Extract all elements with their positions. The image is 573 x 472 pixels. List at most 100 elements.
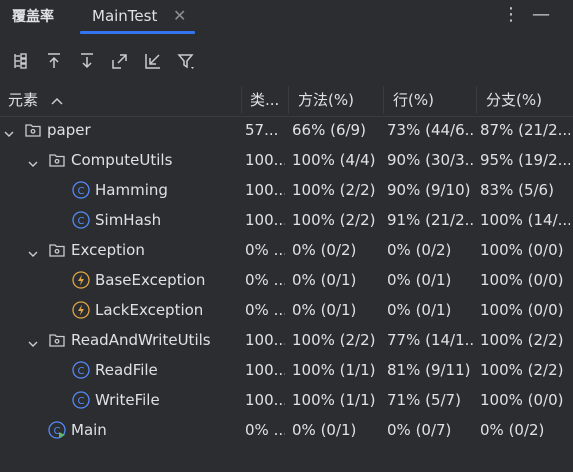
more-vertical-icon[interactable]: ⋮ — [502, 4, 520, 25]
column-header-element-label: 元素 — [8, 91, 39, 109]
svg-text:C: C — [78, 186, 85, 197]
table-row[interactable]: C ReadFile 100... 100% (1/1) 81% (9/11) 100% … — [0, 355, 573, 385]
navigate-up-icon[interactable] — [44, 51, 64, 71]
method-coverage-cell: 0% (0/1) — [292, 301, 357, 319]
branch-coverage-cell: 100% (0/0) — [480, 271, 564, 289]
method-coverage-cell: 100% (4/4) — [292, 151, 376, 169]
export-icon[interactable] — [110, 51, 130, 71]
branch-coverage-cell: 95% (19/2... — [480, 151, 570, 169]
table-row[interactable]: C WriteFile 100... 100% (1/1) 71% (5/7) 100% … — [0, 385, 573, 415]
method-coverage-cell: 0% (0/2) — [292, 241, 357, 259]
package-icon — [24, 121, 42, 139]
flatten-packages-icon[interactable] — [11, 51, 31, 71]
element-name: ReadAndWriteUtils — [71, 331, 211, 349]
method-coverage-cell: 100% (2/2) — [292, 211, 376, 229]
class-icon: C — [72, 181, 90, 199]
class-coverage-cell: 0% ... — [245, 271, 285, 289]
class-coverage-cell: 100... — [245, 331, 285, 349]
line-coverage-cell: 90% (9/10) — [387, 181, 471, 199]
column-header-branch[interactable]: 分支(%) — [486, 84, 566, 116]
column-header-element[interactable]: 元素 — [8, 84, 228, 116]
method-coverage-cell: 66% (6/9) — [292, 121, 366, 139]
element-name: ReadFile — [95, 361, 158, 379]
exception-class-icon — [72, 301, 90, 319]
element-name: BaseException — [95, 271, 206, 289]
column-header-line[interactable]: 行(%) — [393, 84, 473, 116]
tab-label: MainTest — [92, 7, 158, 25]
element-name: WriteFile — [95, 391, 160, 409]
sort-ascending-icon[interactable] — [51, 85, 63, 117]
class-icon: C — [72, 361, 90, 379]
class-coverage-cell: 100... — [245, 361, 285, 379]
line-coverage-cell: 71% (5/7) — [387, 391, 461, 409]
line-coverage-cell: 73% (44/6... — [387, 121, 473, 139]
element-name: paper — [47, 121, 91, 139]
class-coverage-cell: 57... — [245, 121, 279, 139]
class-coverage-cell: 0% ... — [245, 421, 285, 439]
branch-coverage-cell: 100% (2/2) — [480, 331, 564, 349]
column-separator[interactable] — [288, 86, 289, 114]
close-icon[interactable]: ✕ — [173, 6, 186, 25]
table-row[interactable]: C SimHash 100... 100% (2/2) 91% (21/2... 100%… — [0, 205, 573, 235]
chevron-down-icon[interactable] — [28, 155, 38, 167]
table-row[interactable]: Exception 0% ... 0% (0/2) 0% (0/2) 100% (0/0… — [0, 235, 573, 265]
svg-text:C: C — [78, 366, 85, 377]
element-name: Main — [71, 421, 107, 439]
method-coverage-cell: 0% (0/1) — [292, 421, 357, 439]
element-name: LackException — [95, 301, 204, 319]
table-header: 元素 类... 方法(%) 行(%) 分支(%) — [0, 84, 573, 117]
table-row[interactable]: LackException 0% ... 0% (0/1) 0% (0/1) 100% … — [0, 295, 573, 325]
element-name: Hamming — [95, 181, 168, 199]
package-icon — [48, 241, 66, 259]
method-coverage-cell: 100% (2/2) — [292, 331, 376, 349]
branch-coverage-cell: 87% (21/2... — [480, 121, 570, 139]
element-name: Exception — [71, 241, 145, 259]
method-coverage-cell: 100% (1/1) — [292, 361, 376, 379]
chevron-down-icon[interactable] — [28, 245, 38, 257]
line-coverage-cell: 0% (0/2) — [387, 241, 452, 259]
table-row[interactable]: ReadAndWriteUtils 100... 100% (2/2) 77% (14… — [0, 325, 573, 355]
table-row[interactable]: paper 57... 66% (6/9) 73% (44/6... 87% (21/2… — [0, 115, 573, 145]
tab-active-indicator — [80, 31, 195, 34]
package-icon — [48, 331, 66, 349]
branch-coverage-cell: 100% (0/0) — [480, 391, 564, 409]
chevron-down-icon[interactable] — [4, 125, 14, 137]
line-coverage-cell: 90% (30/3... — [387, 151, 473, 169]
line-coverage-cell: 0% (0/1) — [387, 271, 452, 289]
navigate-down-icon[interactable] — [77, 51, 97, 71]
class-icon: C — [72, 211, 90, 229]
tool-window-header: 覆盖率 MainTest ✕ ⋮ — — [0, 0, 573, 34]
branch-coverage-cell: 0% (0/2) — [480, 421, 545, 439]
method-coverage-cell: 100% (2/2) — [292, 181, 376, 199]
table-row[interactable]: BaseException 0% ... 0% (0/1) 0% (0/1) 100% … — [0, 265, 573, 295]
branch-coverage-cell: 100% (0/0) — [480, 301, 564, 319]
branch-coverage-cell: 100% (2/2) — [480, 361, 564, 379]
column-header-method[interactable]: 方法(%) — [298, 84, 378, 116]
filter-icon[interactable] — [176, 51, 196, 71]
table-row[interactable]: C Main 0% ... 0% (0/1) 0% (0/7) 0% (0/2) — [0, 415, 573, 445]
class-coverage-cell: 100... — [245, 391, 285, 409]
tool-window-title: 覆盖率 — [12, 9, 54, 25]
svg-text:C: C — [78, 216, 85, 227]
column-separator[interactable] — [383, 86, 384, 114]
class-coverage-cell: 100... — [245, 181, 285, 199]
toolbar — [0, 44, 573, 78]
line-coverage-cell: 0% (0/1) — [387, 301, 452, 319]
table-row[interactable]: ComputeUtils 100... 100% (4/4) 90% (30/3...… — [0, 145, 573, 175]
class-coverage-cell: 0% ... — [245, 301, 285, 319]
minimize-icon[interactable]: — — [532, 4, 550, 25]
class-icon: C — [72, 391, 90, 409]
table-row[interactable]: C Hamming 100... 100% (2/2) 90% (9/10) 83% (5… — [0, 175, 573, 205]
line-coverage-cell: 91% (21/2... — [387, 211, 473, 229]
tab-maintest[interactable]: MainTest ✕ — [80, 0, 195, 34]
chevron-down-icon[interactable] — [28, 335, 38, 347]
column-header-class[interactable]: 类... — [250, 84, 286, 116]
runnable-class-icon: C — [48, 421, 66, 439]
import-icon[interactable] — [143, 51, 163, 71]
method-coverage-cell: 100% (1/1) — [292, 391, 376, 409]
column-separator[interactable] — [241, 86, 242, 114]
class-coverage-cell: 0% ... — [245, 241, 285, 259]
element-name: SimHash — [95, 211, 162, 229]
column-separator[interactable] — [476, 86, 477, 114]
class-coverage-cell: 100... — [245, 211, 285, 229]
